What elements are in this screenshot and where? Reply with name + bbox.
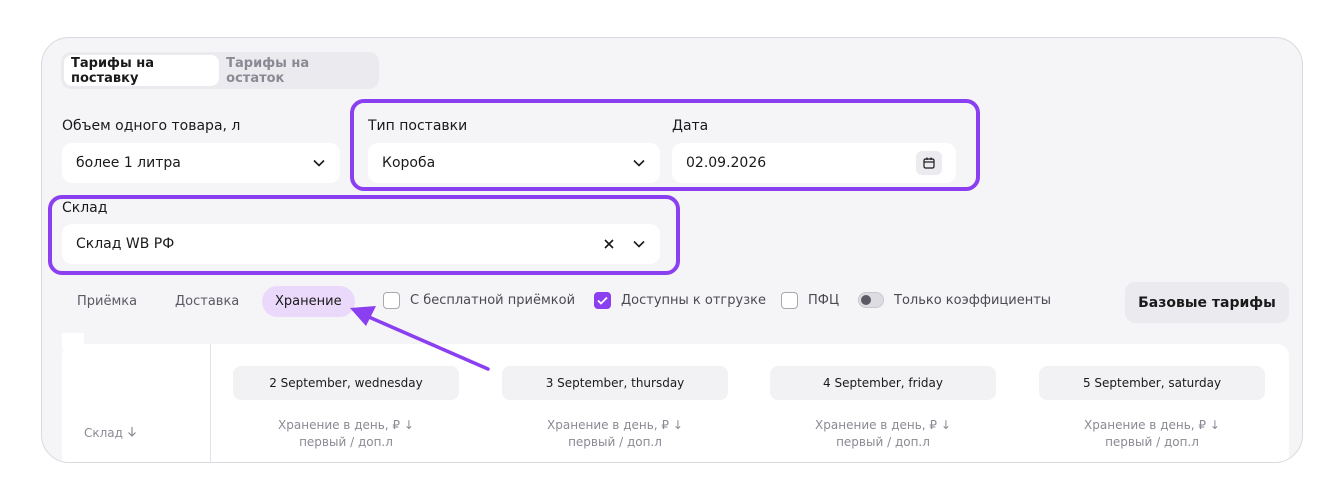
- annotation-arrow: [350, 306, 490, 371]
